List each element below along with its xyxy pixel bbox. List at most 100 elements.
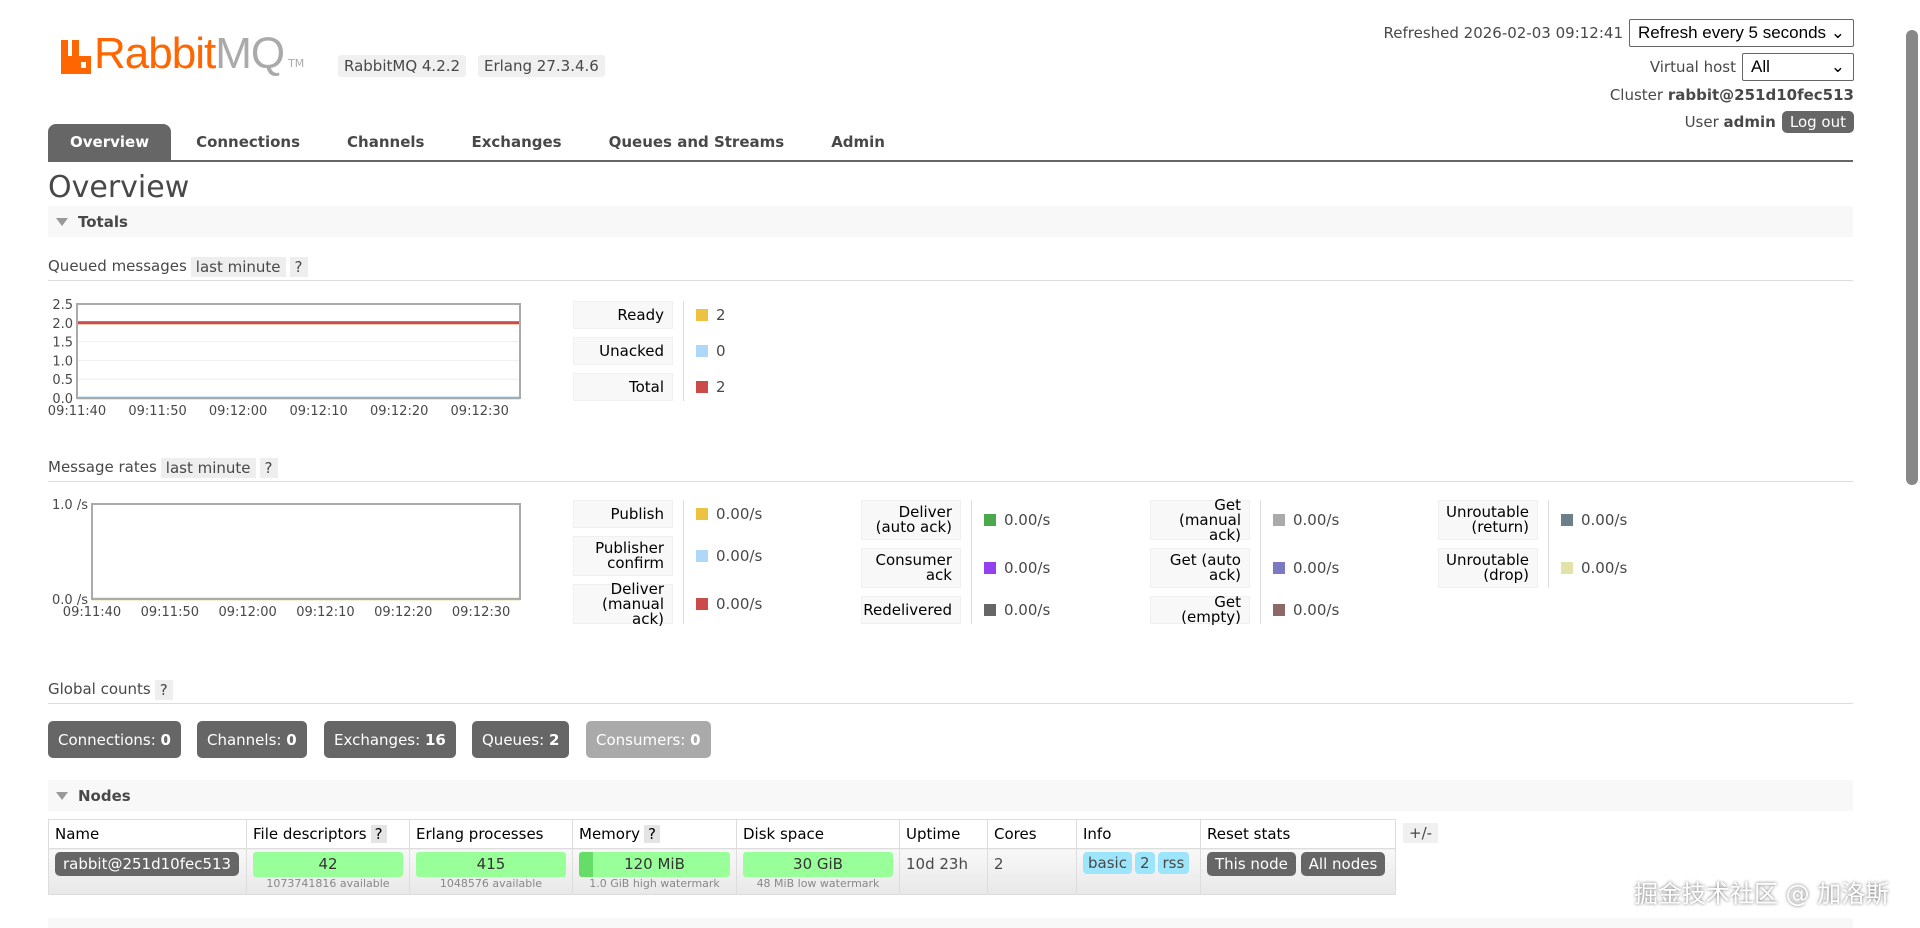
global-count-queues-button[interactable]: Queues: 2 bbox=[472, 721, 570, 758]
swatch-icon bbox=[1561, 562, 1573, 574]
swatch-icon bbox=[984, 604, 996, 616]
help-button[interactable]: ? bbox=[370, 825, 387, 843]
refresh-select[interactable]: Refresh every 5 seconds ⌄ bbox=[1629, 19, 1854, 47]
help-button[interactable]: ? bbox=[259, 458, 278, 478]
legend-value: 0.00/s bbox=[984, 596, 1050, 624]
value: 0.00/s bbox=[1004, 559, 1051, 577]
legend-value: 0.00/s bbox=[696, 500, 762, 528]
tab-exchanges[interactable]: Exchanges bbox=[449, 124, 583, 160]
queued-label: Queued messages bbox=[48, 257, 187, 275]
rates-legend-column: Get (manual ack) Get (auto ack) Get (empty… bbox=[1150, 497, 1339, 625]
triangle-down-icon bbox=[56, 791, 68, 800]
x-tick-label: 09:12:30 bbox=[451, 404, 509, 419]
message-rates-chart: 0.0 /s1.0 /s09:11:40 09:11:50 09:12:00 09:1… bbox=[52, 498, 521, 620]
erlang-badge: Erlang 27.3.4.6 bbox=[478, 55, 605, 77]
value: 0.00/s bbox=[1293, 601, 1340, 619]
count-label: Channels: bbox=[207, 730, 282, 749]
global-count-connections-button[interactable]: Connections: 0 bbox=[48, 721, 181, 758]
help-button[interactable]: ? bbox=[644, 825, 660, 843]
rates-label: Message rates bbox=[48, 458, 157, 476]
count-label: Exchanges: bbox=[334, 730, 421, 749]
range-selector[interactable]: last minute bbox=[160, 458, 256, 478]
reset-this-node-button[interactable]: This node bbox=[1207, 852, 1296, 876]
disk-watermark: 48 MiB low watermark bbox=[756, 877, 880, 890]
nodes-section-toggle[interactable]: Nodes bbox=[48, 780, 1853, 811]
col-name[interactable]: Name bbox=[48, 819, 247, 849]
tab-queues[interactable]: Queues and Streams bbox=[587, 124, 807, 160]
chevron-down-icon: ⌄ bbox=[1830, 23, 1845, 42]
help-button[interactable]: ? bbox=[289, 257, 308, 277]
legend-label: Redelivered bbox=[861, 596, 961, 624]
global-count-channels-button[interactable]: Channels: 0 bbox=[197, 721, 307, 758]
swatch-icon bbox=[696, 345, 708, 357]
value: 0.00/s bbox=[716, 505, 763, 523]
legend-value: 2 bbox=[696, 373, 726, 401]
legend-label: Publisher confirm bbox=[573, 536, 673, 576]
count-label: Consumers: bbox=[596, 730, 686, 749]
vhost-label: Virtual host bbox=[1649, 58, 1736, 76]
value: 0.00/s bbox=[1581, 559, 1628, 577]
reset-all-nodes-button[interactable]: All nodes bbox=[1300, 852, 1386, 876]
y-tick-label: 1.0 bbox=[52, 354, 73, 369]
queued-legend: Ready Unacked Total 2 0 2 bbox=[573, 301, 726, 401]
x-tick-label: 09:12:20 bbox=[370, 404, 428, 419]
cores: 2 bbox=[987, 848, 1077, 895]
swatch-icon bbox=[984, 562, 996, 574]
legend-label: Total bbox=[573, 373, 673, 401]
legend-label: Unacked bbox=[573, 337, 673, 365]
swatch-icon bbox=[696, 598, 708, 610]
uptime: 10d 23h bbox=[899, 848, 988, 895]
rabbit-logo-icon bbox=[61, 40, 91, 74]
tab-admin[interactable]: Admin bbox=[809, 124, 907, 160]
chevron-down-icon: ⌄ bbox=[1830, 57, 1845, 76]
global-counts-header: Global counts ? bbox=[48, 680, 1853, 704]
node-name-link[interactable]: rabbit@251d10fec513 bbox=[55, 852, 240, 876]
rabbitmq-logo[interactable]: RabbitMQ TM bbox=[61, 32, 304, 76]
page-title: Overview bbox=[48, 170, 190, 205]
swatch-icon bbox=[1273, 604, 1285, 616]
value: 0 bbox=[716, 342, 726, 360]
x-tick-label: 09:12:20 bbox=[374, 605, 432, 620]
cluster-name: rabbit@251d10fec513 bbox=[1667, 86, 1854, 104]
count-label: Connections: bbox=[58, 730, 156, 749]
tab-overview[interactable]: Overview bbox=[48, 124, 172, 160]
x-tick-label: 09:11:40 bbox=[48, 404, 106, 419]
range-selector[interactable]: last minute bbox=[190, 257, 286, 277]
legend-label: Get (empty) bbox=[1150, 595, 1250, 625]
message-rates-header: Message rates last minute ? bbox=[48, 458, 1853, 482]
swatch-icon bbox=[696, 381, 708, 393]
global-count-exchanges-button[interactable]: Exchanges: 16 bbox=[324, 721, 456, 758]
x-tick-label: 09:12:00 bbox=[209, 404, 267, 419]
nodes-table: Name File descriptors? Erlang processes … bbox=[48, 819, 1396, 895]
count-label: Queues: bbox=[482, 730, 545, 749]
y-tick-label: 1.5 bbox=[52, 336, 73, 351]
count-value: 0 bbox=[690, 730, 701, 749]
vhost-select-value: All bbox=[1751, 57, 1770, 76]
fd-bar: 42 bbox=[253, 852, 403, 877]
count-value: 2 bbox=[548, 730, 560, 749]
cluster-label: Cluster bbox=[1609, 86, 1664, 104]
col-memory: Memory? bbox=[572, 819, 737, 849]
vhost-select[interactable]: All ⌄ bbox=[1742, 53, 1854, 81]
scrollbar[interactable] bbox=[1906, 30, 1918, 485]
x-tick-label: 09:11:50 bbox=[141, 605, 199, 620]
columns-toggle-button[interactable]: +/- bbox=[1403, 823, 1439, 843]
legend-value: 0.00/s bbox=[1273, 596, 1339, 624]
value: 2 bbox=[716, 378, 726, 396]
procs-bar: 415 bbox=[416, 852, 566, 877]
tab-channels[interactable]: Channels bbox=[325, 124, 446, 160]
legend-label: Deliver (manual ack) bbox=[573, 581, 673, 626]
table-row: rabbit@251d10fec513 42 1073741816 availab… bbox=[48, 848, 1396, 895]
value: 0.00/s bbox=[716, 595, 763, 613]
help-button[interactable]: ? bbox=[154, 680, 173, 700]
legend-label: Consumer ack bbox=[861, 548, 961, 588]
legend-value: 0.00/s bbox=[1273, 500, 1339, 540]
tab-connections[interactable]: Connections bbox=[174, 124, 322, 160]
plot-frame bbox=[76, 303, 521, 399]
legend-value: 0.00/s bbox=[984, 500, 1050, 540]
global-counts-label: Global counts bbox=[48, 680, 151, 698]
value: 0.00/s bbox=[1004, 511, 1051, 529]
totals-section-toggle[interactable]: Totals bbox=[48, 206, 1853, 237]
version-badge: RabbitMQ 4.2.2 bbox=[338, 55, 467, 77]
global-count-consumers-button[interactable]: Consumers: 0 bbox=[586, 721, 711, 758]
